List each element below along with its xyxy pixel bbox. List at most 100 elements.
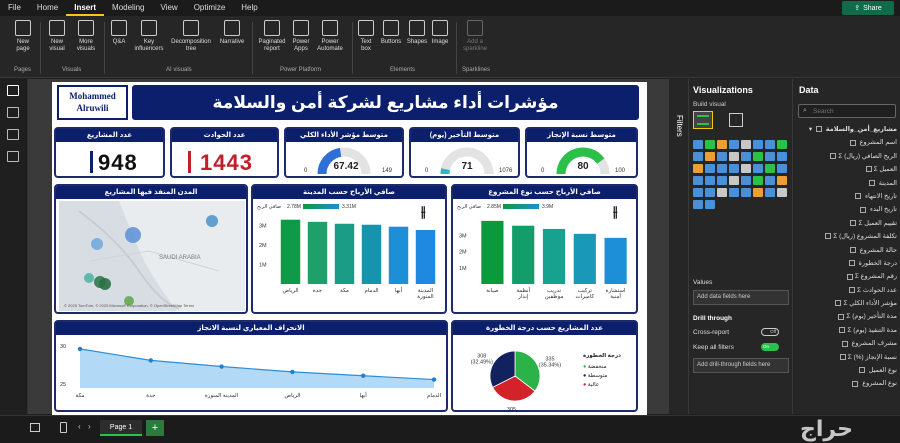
filters-pane[interactable]: Filters [668,79,688,414]
qa-button[interactable]: Q&A [108,20,130,46]
format-visual-icon[interactable] [729,113,743,127]
visual-type-icon[interactable] [765,140,775,149]
field-checkbox[interactable] [849,286,855,293]
visual-type-icon[interactable] [753,188,763,197]
search-input[interactable] [813,106,893,116]
field-item[interactable]: درجة الخطورة [797,257,899,270]
field-checkbox[interactable] [849,246,856,253]
field-item[interactable]: نوع المشروع [797,377,899,390]
field-item[interactable]: نوع العميل [797,364,899,377]
field-checkbox[interactable] [838,313,845,320]
menu-home[interactable]: Home [29,0,66,16]
kpi-card-projects[interactable]: عدد المشاريع 948 [54,127,165,178]
visual-type-icon[interactable] [753,152,763,161]
field-item[interactable]: عدد الحوادث Σ [797,284,899,297]
field-checkbox[interactable] [850,220,857,227]
add-sparkline-button[interactable]: Add a sparkline [460,20,490,53]
visual-type-icon[interactable] [777,176,787,185]
field-item[interactable]: تكلفة المشروع (ريال) Σ [797,230,899,243]
visual-type-icon[interactable] [693,188,703,197]
add-page-icon[interactable]: + [146,420,164,436]
visual-type-icon[interactable] [705,152,715,161]
visual-type-icon[interactable] [693,152,703,161]
field-item[interactable]: مدة التنفيذ (يوم) Σ [797,324,899,337]
power-automate-button[interactable]: Power Automate [314,20,346,53]
visual-type-icon[interactable] [729,176,739,185]
visual-type-icon[interactable] [705,164,715,173]
visual-type-icon[interactable] [753,140,763,149]
visual-type-icon[interactable] [741,176,751,185]
menu-insert[interactable]: Insert [66,0,105,16]
field-checkbox[interactable] [860,206,867,213]
cross-report-toggle[interactable]: Off [761,328,779,336]
field-item[interactable]: تاريخ البدء [797,203,899,216]
pie-chart-card[interactable]: عدد المشاريع حسب درجة الخطورة 335 (35.34%… [451,320,638,412]
chevron-right-icon[interactable]: › [88,422,91,431]
visual-type-icon[interactable] [741,188,751,197]
field-checkbox[interactable] [849,139,856,146]
field-checkbox[interactable] [839,353,846,360]
map-visual[interactable]: SAUDI ARABIA [59,201,245,311]
visual-type-icon[interactable] [765,152,775,161]
chevron-left-icon[interactable]: ‹ [78,422,81,431]
visual-type-icon[interactable] [741,164,751,173]
field-item[interactable]: العميل Σ [797,163,899,176]
visual-type-icon[interactable] [765,164,775,173]
menu-file[interactable]: File [0,0,29,16]
gauge-card-performance[interactable]: متوسط مؤشر الأداء الكلي 67.42 0 149 [284,127,404,178]
visual-type-gallery[interactable] [693,139,789,211]
visual-type-icon[interactable] [693,200,703,209]
page-tab[interactable]: Page 1 [100,420,142,436]
key-influencers-button[interactable]: Key influencers [132,20,166,53]
visual-type-icon[interactable] [753,164,763,173]
narrative-button[interactable]: Narrative [216,20,248,46]
buttons-button[interactable]: Buttons [378,20,404,46]
field-checkbox[interactable] [841,340,848,347]
shapes-button[interactable]: Shapes [406,20,428,46]
share-button[interactable]: ⇪ Share [842,1,894,15]
field-item[interactable]: نسبة الإنجاز (%) Σ [797,351,899,364]
text-box-button[interactable]: Text box [356,20,376,53]
field-item[interactable]: مؤشر الأداء الكلي Σ [797,297,899,310]
visual-type-icon[interactable] [741,140,751,149]
field-item[interactable]: اسم المشروع [797,136,899,149]
desktop-view-icon[interactable] [30,423,40,432]
field-checkbox[interactable] [839,327,846,334]
field-checkbox[interactable] [835,300,842,307]
build-visual-tab[interactable] [693,111,713,129]
field-checkbox[interactable] [830,153,837,160]
report-view-icon[interactable] [7,85,19,96]
visual-type-icon[interactable] [777,164,787,173]
menu-help[interactable]: Help [233,0,265,16]
field-checkbox[interactable] [852,380,859,387]
visual-type-icon[interactable] [693,140,703,149]
field-checkbox[interactable] [825,233,832,240]
field-checkbox[interactable] [846,273,853,280]
field-item[interactable]: تقييم العميل Σ [797,217,899,230]
visual-type-icon[interactable] [777,140,787,149]
decomposition-tree-button[interactable]: Decomposition tree [168,20,214,53]
bar-chart-city-card[interactable]: صافي الأرباح حسب المدينة صافي الربح 2.78… [251,184,447,314]
field-checkbox[interactable] [855,193,862,200]
more-visuals-button[interactable]: More visuals [72,20,100,53]
visual-type-icon[interactable] [765,188,775,197]
field-checkbox[interactable] [865,166,872,173]
mobile-view-icon[interactable] [60,422,67,433]
field-item[interactable]: حالة المشروع [797,244,899,257]
table-node[interactable]: مشاريع_أمن_والسلامة ▾ [797,123,899,136]
field-checkbox[interactable] [848,260,855,267]
menu-optimize[interactable]: Optimize [186,0,234,16]
new-page-button[interactable]: New page [10,20,36,53]
power-apps-button[interactable]: Power Apps [290,20,312,53]
paginated-report-button[interactable]: Paginated report [256,20,288,53]
gauge-card-completion[interactable]: متوسط نسبة الإنجاز 80 0 100 [525,127,638,178]
field-checkbox[interactable] [868,179,875,186]
visual-type-icon[interactable] [729,164,739,173]
filters-label[interactable]: Filters [675,115,684,137]
field-item[interactable]: مشرف المشروع [797,337,899,350]
keep-filters-toggle[interactable]: On [761,343,779,351]
field-item[interactable]: الربح الصافي (ريال) Σ [797,150,899,163]
visual-type-icon[interactable] [717,164,727,173]
table-view-icon[interactable] [7,107,19,118]
data-search[interactable]: ⌕ [798,104,896,118]
